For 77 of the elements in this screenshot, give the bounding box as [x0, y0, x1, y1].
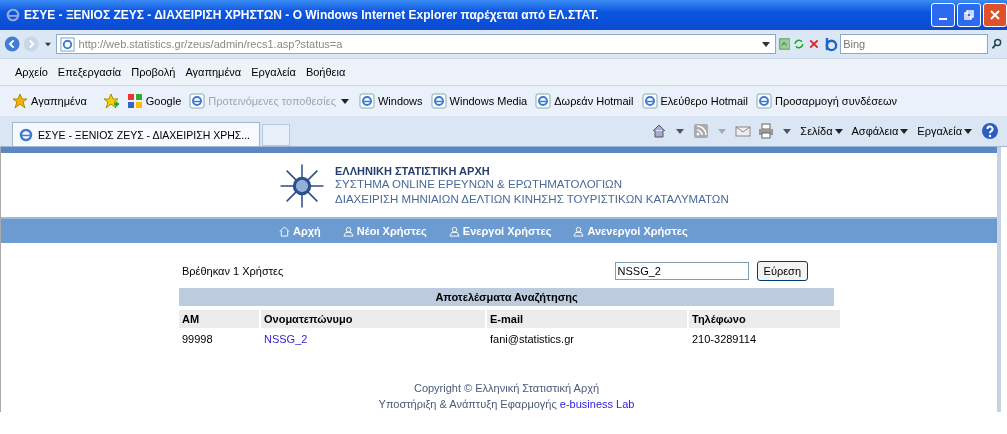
column-header: ΑΜ	[179, 310, 259, 328]
restore-icon	[964, 10, 974, 20]
caret-icon	[340, 98, 349, 104]
column-header: Τηλέφωνο	[689, 310, 840, 328]
caret-icon[interactable]	[44, 41, 51, 47]
command-menu[interactable]: Εργαλεία	[917, 125, 974, 137]
close-icon	[990, 10, 1000, 20]
mail-icon[interactable]	[735, 123, 752, 139]
menu-item[interactable]: Προβολή	[131, 66, 176, 78]
printer-icon[interactable]	[758, 123, 775, 139]
ie-page-icon	[358, 93, 375, 109]
command-menu[interactable]: Ασφάλεια	[851, 125, 911, 137]
favorite-link[interactable]: Windows	[358, 93, 423, 109]
column-header: E-mail	[487, 310, 687, 328]
ie-logo-icon	[18, 126, 34, 143]
menu-item[interactable]: Επεξεργασία	[57, 66, 122, 78]
menu-item[interactable]: Εργαλεία	[251, 66, 296, 78]
favorite-link[interactable]: Windows Media	[430, 93, 528, 109]
command-menu[interactable]: Σελίδα	[800, 125, 845, 137]
home-icon	[279, 225, 290, 237]
search-button[interactable]: Εύρεση	[756, 261, 808, 281]
ie-page-icon	[189, 93, 206, 109]
home-icon[interactable]	[651, 123, 668, 139]
user-icon	[342, 225, 354, 237]
caret-icon	[834, 128, 843, 134]
favorites-button[interactable]: Αγαπημένα	[12, 93, 87, 109]
menu-item[interactable]: Αρχείο	[15, 66, 48, 78]
system-title: ΣΥΣΤΗΜΑ ONLINE ΕΡΕΥΝΩΝ & ΕΡΩΤΗΜΑΤΟΛΟΓΙΩΝ	[335, 177, 624, 192]
menu-item[interactable]: Βοήθεια	[305, 66, 346, 78]
caret-icon	[964, 128, 972, 134]
search-icon[interactable]	[991, 36, 1003, 52]
developer-link[interactable]: e-business Lab	[559, 398, 635, 410]
support-text: Υποστήριξη & Ανάπτυξη Εφαρμογής	[378, 398, 557, 410]
favorite-link[interactable]: Προσαρμογή συνδέσεων	[756, 93, 897, 109]
minimize-button[interactable]	[931, 3, 955, 27]
column-header: Ονοματεπώνυμο	[261, 310, 485, 328]
ie-page-icon	[535, 93, 552, 109]
table-title: Αποτελέσματα Αναζήτησης	[179, 288, 834, 306]
favorite-link[interactable]: Ελεύθερο Hotmail	[641, 93, 748, 109]
ie-page-icon	[59, 36, 75, 52]
copyright-text: Copyright © Ελληνική Στατιστική Αρχή	[412, 381, 601, 396]
favorite-link[interactable]: Google	[126, 93, 182, 109]
caret-icon[interactable]	[676, 128, 685, 134]
maximize-button[interactable]	[957, 3, 981, 27]
minimize-icon	[939, 18, 947, 20]
favorite-link[interactable]: Δωρεάν Hotmail	[535, 93, 634, 109]
caret-icon[interactable]	[783, 128, 792, 134]
address-field[interactable]: http://web.statistics.gr/zeus/admin/recs1.asp?status=a	[55, 34, 776, 54]
compatibility-icon[interactable]	[778, 36, 791, 52]
ie-page-icon	[430, 93, 447, 109]
table-cell: fani@statistics.gr	[490, 333, 574, 345]
user-icon	[448, 225, 460, 237]
caret-icon[interactable]	[761, 41, 770, 47]
bing-logo-icon	[823, 36, 839, 52]
menu-item[interactable]: Αγαπημένα	[185, 66, 242, 78]
organization-name: ΕΛΛΗΝΙΚΗ ΣΤΑΤΙΣΤΙΚΗ ΑΡΧΗ	[335, 165, 491, 177]
table-cell: 99998	[182, 333, 213, 345]
search-input[interactable]: NSSG_2	[614, 262, 749, 280]
help-icon[interactable]	[981, 122, 999, 140]
ie-page-icon	[641, 93, 658, 109]
close-button[interactable]	[983, 3, 1007, 27]
application-title: ΔΙΑΧΕΙΡΙΣΗ ΜΗΝΙΑΙΩΝ ΔΕΛΤΙΩΝ ΚΙΝΗΣΗΣ ΤΟΥΡΙΣΤΙΚΩΝ ΚΑΤΑΛΥΜΑΤΩΝ	[335, 192, 729, 207]
user-link[interactable]: NSSG_2	[264, 333, 308, 345]
star-icon	[12, 93, 28, 109]
caret-icon	[900, 128, 909, 134]
user-icon	[573, 225, 585, 237]
window-title: ΕΣΥΕ - ΞΕΝΙΟΣ ΖΕΥΣ - ΔΙΑΧΕΙΡΙΣΗ ΧΡΗΣΤΩΝ - Ο Windows Internet Explorer παρέχεται από ΕΛ.ΣΤΑΤ.	[24, 8, 600, 22]
add-favorite-icon[interactable]	[102, 93, 119, 109]
results-count: Βρέθηκαν 1 Χρήστες	[181, 265, 285, 277]
ie-logo-icon	[6, 8, 20, 22]
browser-tab[interactable]: ΕΣΥΕ - ΞΕΝΙΟΣ ΖΕΥΣ - ΔΙΑΧΕΙΡΙΣΗ ΧΡΗΣ...	[12, 122, 260, 146]
table-cell: 210-3289114	[692, 333, 757, 345]
feed-icon[interactable]	[693, 123, 710, 139]
ie-page-icon	[756, 93, 772, 109]
google-logo-icon	[126, 93, 143, 109]
sun-logo-icon	[279, 163, 325, 209]
search-field[interactable]: Bing	[840, 34, 989, 54]
